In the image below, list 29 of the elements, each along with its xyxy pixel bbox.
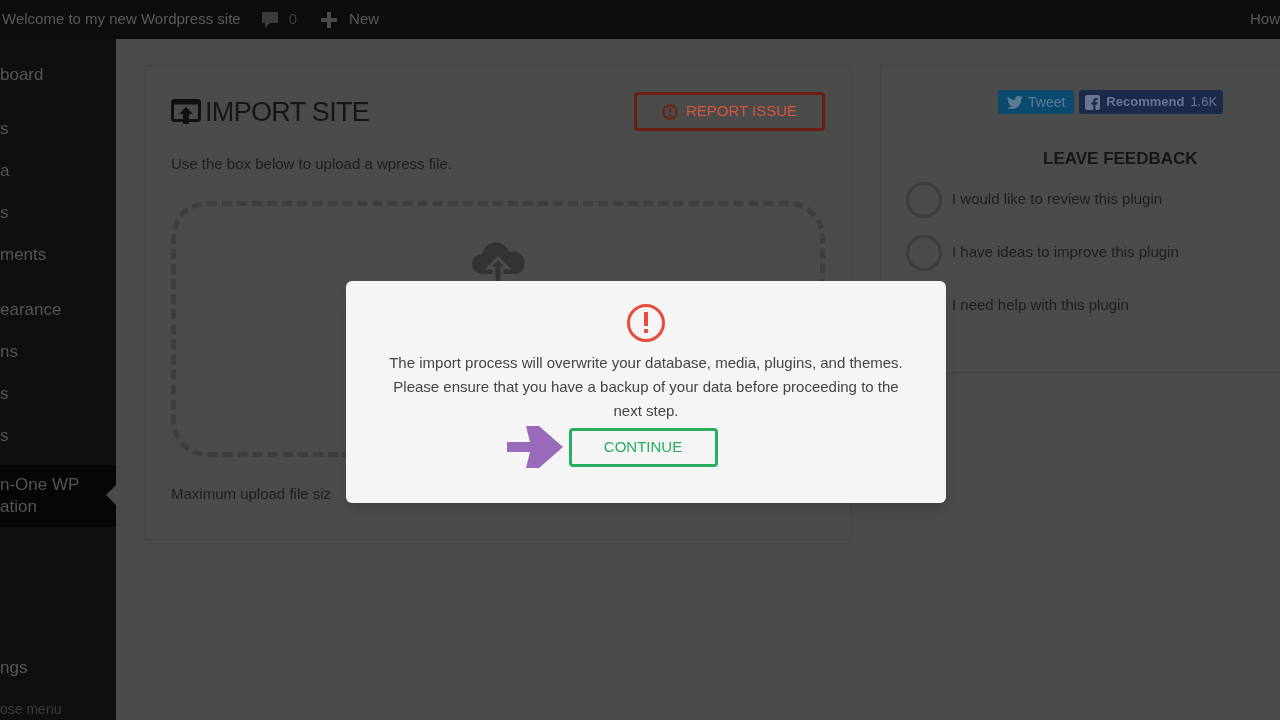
arrow-right-icon <box>506 426 563 468</box>
upload-window-icon <box>171 99 201 126</box>
facebook-icon <box>1085 94 1101 110</box>
sidebar-item[interactable]: board <box>0 54 116 96</box>
bird-icon <box>1007 95 1023 109</box>
sidebar-item[interactable]: s <box>0 373 116 415</box>
sidebar-item[interactable]: n-One WP ation <box>0 465 116 527</box>
active-pointer <box>106 485 116 505</box>
continue-button[interactable]: CONTINUE <box>568 427 718 467</box>
sidebar-item[interactable]: a <box>0 150 116 192</box>
sidebar-item[interactable]: ments <box>0 234 116 276</box>
sidebar-item[interactable]: s <box>0 108 116 150</box>
plus-icon[interactable] <box>321 11 338 28</box>
warning-icon <box>626 303 666 343</box>
recommend-label: Recommend <box>1106 93 1185 112</box>
sidebar-item[interactable]: s <box>0 192 116 234</box>
recommend-button[interactable]: Recommend 1.6K <box>1079 90 1224 114</box>
comment-icon[interactable] <box>260 10 279 29</box>
exclamation-circle-icon <box>661 103 678 120</box>
report-issue-button[interactable]: REPORT ISSUE <box>634 92 825 131</box>
site-title-link[interactable]: Welcome to my new Wordpress site <box>2 8 241 31</box>
sidebar-item[interactable]: earance <box>0 289 116 331</box>
sidebar-item[interactable]: s <box>0 415 116 457</box>
howdy-text[interactable]: How <box>1250 8 1280 31</box>
tweet-button[interactable]: Tweet <box>998 90 1075 114</box>
recommend-count: 1.6K <box>1190 93 1218 112</box>
warning-message: The import process will overwrite your database, media, plugins, and themes. Please ensure that you have a backup of your data before proceeding to the next step. <box>388 353 904 421</box>
sidebar-item[interactable]: ns <box>0 331 116 373</box>
new-link[interactable]: New <box>349 8 380 31</box>
